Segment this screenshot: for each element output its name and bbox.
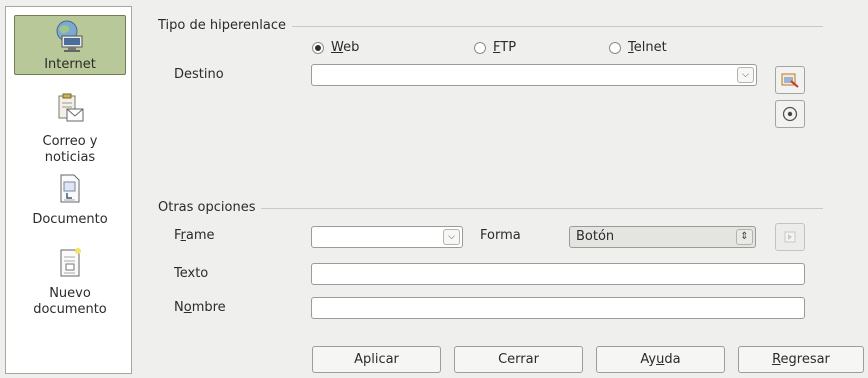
sidebar-item-label: Correo y noticias — [42, 134, 98, 165]
name-input[interactable] — [311, 297, 805, 319]
radio-web[interactable]: Web — [312, 40, 359, 56]
radio-ftp[interactable]: FTP — [474, 40, 516, 56]
text-label: Texto — [174, 266, 209, 281]
document-icon — [60, 174, 80, 203]
radio-telnet[interactable]: Telnet — [609, 40, 667, 56]
sidebar-item-document[interactable]: Documento — [14, 173, 126, 233]
destination-combobox[interactable]: ⌵ — [311, 64, 757, 86]
back-button[interactable]: Regresar — [738, 346, 864, 373]
frame-label: Frame — [174, 228, 215, 243]
radio-label-web: Web — [331, 40, 360, 55]
events-icon — [784, 231, 796, 243]
sidebar-item-internet[interactable]: Internet — [14, 15, 126, 75]
open-browser-button[interactable] — [775, 66, 805, 94]
frame-combobox[interactable]: ⌵ — [311, 226, 463, 248]
radio-indicator — [312, 42, 324, 54]
mail-news-icon — [58, 93, 84, 122]
sidebar-item-new-document[interactable]: Nuevo documento — [14, 247, 126, 327]
radio-indicator — [474, 42, 486, 54]
spin-arrows-icon[interactable]: ⇕ — [736, 229, 753, 245]
hyperlink-type-title: Tipo de hiperenlace — [158, 18, 292, 34]
new-document-icon — [60, 248, 81, 277]
sidebar-item-label: Nuevo documento — [33, 286, 107, 317]
radio-label-ftp: FTP — [493, 40, 517, 55]
radio-indicator — [609, 42, 621, 54]
sidebar-item-label: Documento — [32, 212, 108, 227]
browse-web-icon — [781, 73, 799, 88]
other-options-title: Otras opciones — [158, 200, 262, 216]
help-button[interactable]: Ayuda — [596, 346, 725, 373]
destination-label: Destino — [174, 67, 224, 82]
chevron-down-icon[interactable]: ⌵ — [443, 229, 460, 245]
close-button[interactable]: Cerrar — [454, 346, 583, 373]
events-button[interactable] — [775, 223, 805, 251]
sidebar-item-label: Internet — [44, 57, 96, 72]
apply-button[interactable]: Aplicar — [312, 346, 441, 373]
name-label: Nombre — [174, 300, 226, 315]
text-input[interactable] — [311, 263, 805, 285]
target-icon — [782, 106, 798, 122]
form-value: Botón — [576, 229, 615, 244]
chevron-down-icon[interactable]: ⌵ — [737, 67, 754, 83]
target-in-document-button[interactable] — [775, 100, 805, 128]
hyperlink-category-list: Internet Correo y noticias Documento Nue… — [5, 6, 132, 374]
sidebar-item-mail-news[interactable]: Correo y noticias — [14, 93, 126, 173]
form-label: Forma — [480, 228, 521, 243]
radio-label-telnet: Telnet — [628, 40, 667, 55]
form-select[interactable]: Botón ⇕ — [569, 226, 756, 248]
internet-icon — [56, 20, 83, 52]
